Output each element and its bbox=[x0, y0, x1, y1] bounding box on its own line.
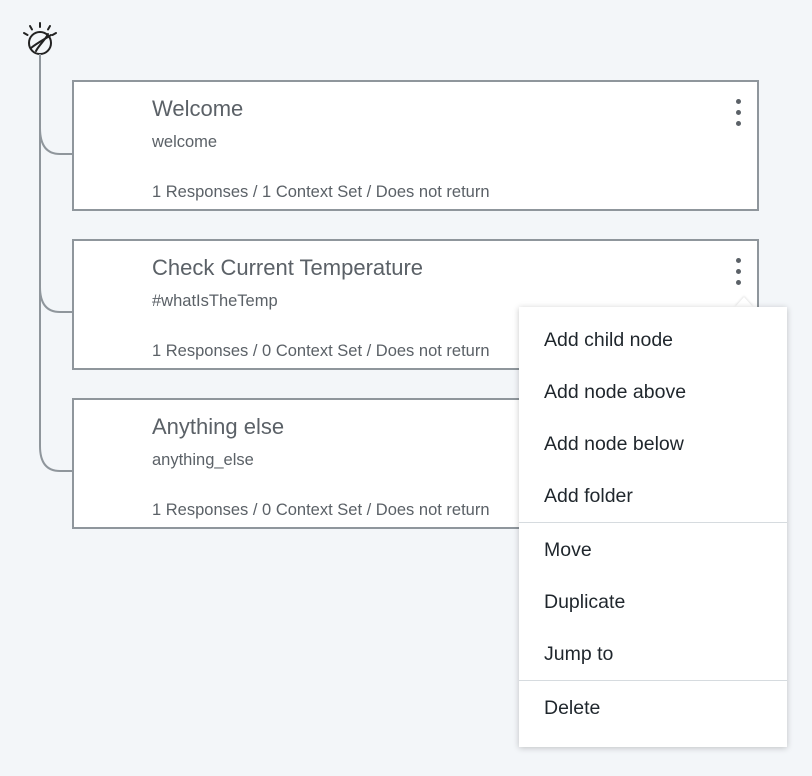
menu-item-add-child-node[interactable]: Add child node bbox=[519, 317, 787, 363]
menu-divider bbox=[519, 680, 787, 681]
node-context-menu: Add child node Add node above Add node b… bbox=[519, 307, 787, 747]
node-title: Check Current Temperature bbox=[152, 255, 424, 280]
node-title: Anything else bbox=[152, 414, 285, 439]
menu-item-add-node-below[interactable]: Add node below bbox=[519, 421, 787, 467]
node-summary: 1 Responses / 1 Context Set / Does not r… bbox=[152, 183, 490, 201]
node-condition: anything_else bbox=[152, 451, 254, 469]
node-title: Welcome bbox=[152, 96, 244, 121]
menu-item-move[interactable]: Move bbox=[519, 527, 787, 573]
menu-divider bbox=[519, 522, 787, 523]
node-condition: #whatIsTheTemp bbox=[152, 292, 278, 310]
node-condition: welcome bbox=[152, 133, 218, 151]
watson-bulb-icon bbox=[23, 22, 57, 55]
menu-item-jump-to[interactable]: Jump to bbox=[519, 631, 787, 677]
menu-item-delete[interactable]: Delete bbox=[519, 685, 787, 731]
menu-caret bbox=[735, 297, 753, 307]
node-summary: 1 Responses / 0 Context Set / Does not r… bbox=[152, 342, 490, 360]
overflow-menu-icon[interactable] bbox=[725, 251, 751, 291]
dialog-node-welcome[interactable]: Welcome welcome 1 Responses / 1 Context … bbox=[72, 80, 759, 211]
node-summary: 1 Responses / 0 Context Set / Does not r… bbox=[152, 501, 490, 519]
menu-item-add-folder[interactable]: Add folder bbox=[519, 473, 787, 519]
overflow-menu-icon[interactable] bbox=[725, 92, 751, 132]
menu-item-add-node-above[interactable]: Add node above bbox=[519, 369, 787, 415]
menu-item-duplicate[interactable]: Duplicate bbox=[519, 579, 787, 625]
